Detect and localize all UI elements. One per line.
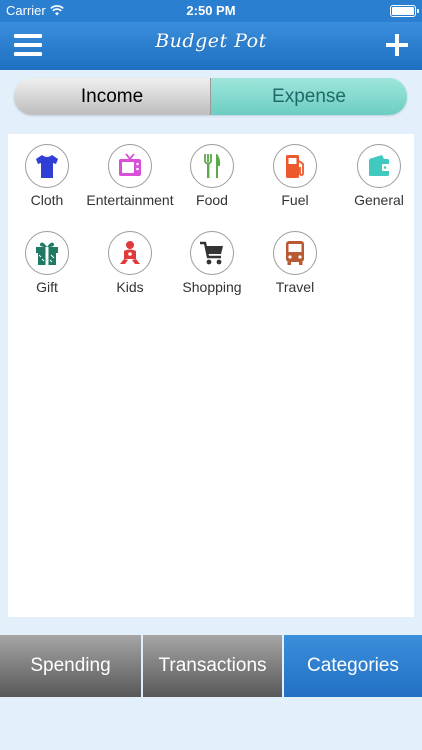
- nav-bar: Budget Pot: [0, 22, 422, 70]
- tab-spending[interactable]: Spending: [0, 635, 141, 697]
- segment-income[interactable]: Income: [14, 78, 211, 115]
- status-right: [390, 5, 419, 17]
- wallet-icon: [369, 155, 390, 176]
- category-grid: Cloth Entertainment Food Fuel General Gi…: [8, 134, 414, 617]
- category-shopping[interactable]: Shopping: [171, 231, 253, 311]
- segment-expense[interactable]: Expense: [211, 78, 407, 115]
- status-bar: Carrier 2:50 PM: [0, 0, 422, 22]
- category-label: Gift: [36, 279, 58, 295]
- tshirt-icon: [36, 155, 58, 178]
- add-button[interactable]: [386, 34, 408, 56]
- category-label: Shopping: [182, 279, 242, 295]
- category-kids[interactable]: Kids: [89, 231, 171, 311]
- category-label: Fuel: [281, 192, 309, 208]
- tab-transactions[interactable]: Transactions: [141, 635, 282, 697]
- tv-icon: [119, 153, 141, 176]
- category-label: Food: [196, 192, 228, 208]
- bottom-tab-bar: Spending Transactions Categories: [0, 635, 422, 697]
- category-label: General: [354, 192, 404, 208]
- category-gift[interactable]: Gift: [6, 231, 88, 311]
- category-general[interactable]: General: [338, 144, 420, 224]
- cart-icon: [200, 241, 223, 265]
- category-food[interactable]: Food: [171, 144, 253, 224]
- tab-categories[interactable]: Categories: [282, 635, 422, 697]
- category-cloth[interactable]: Cloth: [6, 144, 88, 224]
- income-expense-toggle: Income Expense: [14, 78, 407, 115]
- fuel-pump-icon: [286, 155, 304, 178]
- baby-icon: [120, 241, 140, 264]
- gift-icon: [36, 242, 58, 265]
- battery-icon: [390, 5, 419, 17]
- category-entertainment[interactable]: Entertainment: [86, 144, 174, 224]
- category-travel[interactable]: Travel: [254, 231, 336, 311]
- app-title: Budget Pot: [155, 30, 267, 52]
- category-label: Kids: [116, 279, 144, 295]
- fork-knife-icon: [204, 154, 221, 178]
- category-label: Cloth: [30, 192, 64, 208]
- category-label: Travel: [275, 279, 315, 295]
- category-fuel[interactable]: Fuel: [254, 144, 336, 224]
- bus-icon: [286, 241, 304, 265]
- category-label: Entertainment: [86, 192, 174, 208]
- status-time: 2:50 PM: [186, 3, 236, 18]
